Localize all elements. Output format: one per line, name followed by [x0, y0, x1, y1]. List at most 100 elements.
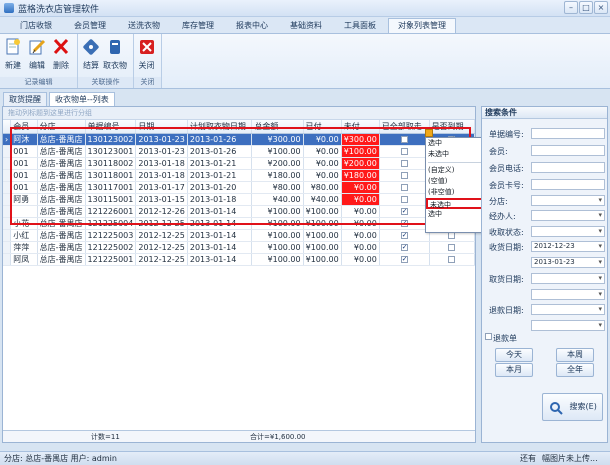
cell-checkbox[interactable]	[400, 147, 408, 155]
filter-option[interactable]: 选中	[426, 138, 488, 149]
today-button[interactable]: 今天	[495, 348, 533, 362]
table-cell: ¥0.00	[341, 241, 380, 254]
table-cell: ¥200.00	[251, 157, 304, 170]
cell-checkbox[interactable]	[400, 183, 408, 191]
delete-button[interactable]: 删除	[50, 36, 72, 76]
refund-checkbox[interactable]	[485, 333, 492, 340]
this-year-button[interactable]: 全年	[556, 363, 594, 377]
pickup-date-from[interactable]	[531, 273, 605, 284]
table-row[interactable]: 萍萍 总店-番禺店 121225002 2012-12-25 2013-01-14 ¥10…	[3, 241, 476, 254]
table-cell	[379, 193, 430, 206]
column-header[interactable]: 分店	[37, 120, 86, 134]
filter-option[interactable]: 未选中	[426, 149, 488, 160]
table-row[interactable]: 001 总店-番禺店 130117001 2013-01-17 2013-01-20 ¥8…	[3, 181, 476, 194]
table-row[interactable]: 总店-番禺店 121226001 2012-12-26 2013-01-14 ¥100.…	[3, 205, 476, 218]
member-phone-input[interactable]	[531, 162, 605, 173]
row-indicator: ›	[3, 133, 12, 146]
cell-checkbox[interactable]	[400, 135, 408, 143]
receive-date-from[interactable]: 2012-12-23	[531, 241, 605, 252]
column-header[interactable]: 单据编号	[85, 120, 137, 134]
table-cell: 130117001	[85, 181, 137, 194]
table-row[interactable]: 阿勇 总店-番禺店 130115001 2013-01-15 2013-01-18 ¥40…	[3, 193, 476, 206]
table-row[interactable]: 阿凤 总店-番禺店 121225001 2012-12-25 2013-01-14 ¥10…	[3, 253, 476, 266]
cell-checkbox[interactable]	[400, 206, 408, 216]
table-cell: 001	[10, 169, 38, 182]
window-controls: – □ ×	[564, 1, 608, 14]
pickup-date-to[interactable]	[531, 289, 605, 300]
menu-divider	[428, 162, 486, 163]
receive-date-to[interactable]: 2013-01-23	[531, 257, 605, 268]
edit-button[interactable]: 编辑	[26, 36, 48, 76]
cell-checkbox[interactable]	[400, 242, 408, 252]
tab-reports[interactable]: 报表中心	[226, 18, 278, 33]
pickup-button[interactable]: 取衣物	[103, 36, 127, 76]
tab-member[interactable]: 会员管理	[64, 18, 116, 33]
cell-checkbox[interactable]	[400, 230, 408, 240]
tab-inventory[interactable]: 库存管理	[172, 18, 224, 33]
maximize-button[interactable]: □	[579, 1, 593, 14]
table-cell: 总店-番禺店	[37, 241, 86, 254]
tab-order-list[interactable]: 收衣物单--列表	[49, 92, 115, 106]
tab-basic-data[interactable]: 基础资料	[280, 18, 332, 33]
cell-checkbox[interactable]	[400, 218, 408, 228]
search-button[interactable]: 搜索(E)	[542, 393, 603, 421]
row-indicator	[3, 193, 12, 206]
tab-laundry[interactable]: 送洗衣物	[118, 18, 170, 33]
refund-checkbox-label[interactable]: 退款单	[493, 333, 517, 344]
close-window-button[interactable]: ×	[594, 1, 608, 14]
table-cell: 2013-01-14	[187, 241, 253, 254]
table-row[interactable]: 小红 总店-番禺店 121225003 2012-12-25 2013-01-14 ¥10…	[3, 229, 476, 242]
cell-checkbox[interactable]	[400, 195, 408, 203]
table-row[interactable]: › 阿沐 总店-番禺店 130123002 2013-01-23 2013-01-26 ¥3…	[3, 133, 476, 146]
table-row[interactable]: 小花 总店-番禺店 121225004 2012-12-25 2013-01-14 ¥10…	[3, 217, 476, 230]
column-header[interactable]: 未付	[341, 120, 380, 134]
column-header[interactable]: 已付	[303, 120, 342, 134]
column-header[interactable]: 计划取衣物日期	[187, 120, 253, 134]
refund-date-from[interactable]	[531, 304, 605, 315]
column-header[interactable]: 是否到期	[429, 120, 476, 134]
table-cell: 2013-01-23	[135, 133, 188, 146]
column-header[interactable]: 已全部取走	[379, 120, 430, 134]
table-row[interactable]: 001 总店-番禺店 130118001 2013-01-18 2013-01-21 ¥1…	[3, 169, 476, 182]
tab-tools[interactable]: 工具面板	[334, 18, 386, 33]
table-cell	[10, 205, 38, 218]
cell-checkbox[interactable]	[448, 243, 456, 251]
member-input[interactable]	[531, 145, 605, 156]
table-row[interactable]: 001 总店-番禺店 130118002 2013-01-18 2013-01-21 ¥2…	[3, 157, 476, 170]
filter-option[interactable]: (自定义)	[426, 165, 488, 176]
table-row[interactable]: 001 总店-番禺店 130123001 2013-01-23 2013-01-26 ¥1…	[3, 145, 476, 158]
minimize-button[interactable]: –	[564, 1, 578, 14]
member-card-input[interactable]	[531, 179, 605, 190]
this-week-button[interactable]: 本周	[556, 348, 594, 362]
table-cell: 2013-01-26	[187, 145, 253, 158]
group-by-hint: 拖动列标题到这里进行分组	[3, 107, 475, 120]
tab-pickup-reminder[interactable]: 取货提醒	[3, 92, 47, 106]
total-amount: 合计=¥1,600.00	[250, 433, 306, 441]
branch-select[interactable]	[531, 195, 605, 206]
order-no-input[interactable]	[531, 128, 605, 139]
this-month-button[interactable]: 本月	[495, 363, 533, 377]
table-cell: 总店-番禺店	[37, 145, 86, 158]
pickup-status-select[interactable]	[531, 226, 605, 237]
table-cell: 总店-番禺店	[37, 205, 86, 218]
tab-store-cashier[interactable]: 门店收银	[10, 18, 62, 33]
column-header[interactable]: 日期	[135, 120, 188, 134]
filter-icon[interactable]	[425, 129, 433, 137]
tab-object-list[interactable]: 对象列表管理	[388, 18, 456, 33]
column-header[interactable]: 总金额	[251, 120, 304, 134]
cell-checkbox[interactable]	[400, 159, 408, 167]
cell-checkbox[interactable]	[400, 171, 408, 179]
column-header[interactable]: 会员	[10, 120, 38, 134]
new-button[interactable]: 新建	[2, 36, 24, 76]
filter-option[interactable]: 选中	[426, 209, 488, 220]
filter-option[interactable]: (非空值)	[426, 187, 488, 198]
settle-button[interactable]: 结算	[80, 36, 102, 76]
table-cell: ¥100.00	[251, 253, 304, 266]
cell-checkbox[interactable]	[400, 254, 408, 264]
filter-option-highlighted[interactable]: 未选中	[426, 198, 488, 209]
cell-checkbox[interactable]	[448, 255, 456, 263]
close-list-button[interactable]: 关闭	[136, 36, 157, 76]
filter-option[interactable]: (空值)	[426, 176, 488, 187]
refund-date-to[interactable]	[531, 320, 605, 331]
handler-select[interactable]	[531, 210, 605, 221]
